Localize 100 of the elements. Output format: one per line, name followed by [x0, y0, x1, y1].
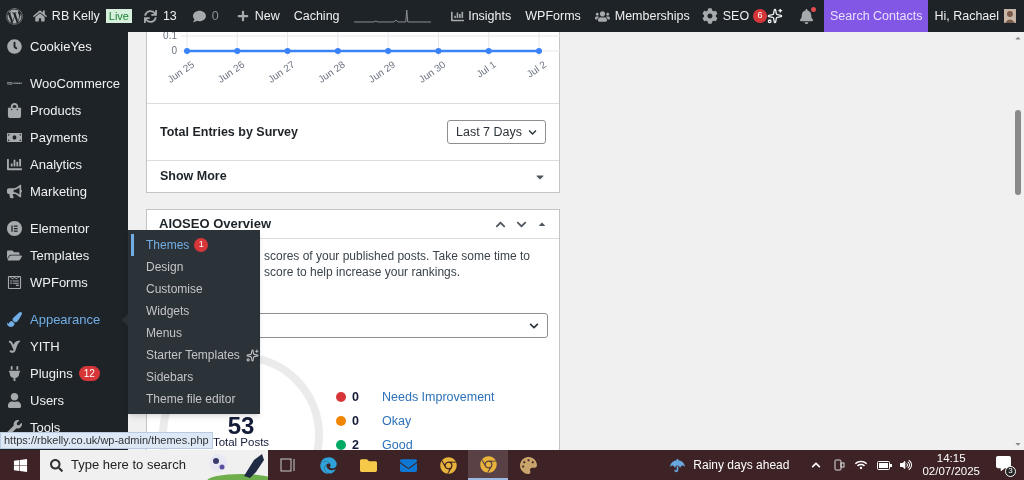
folder-icon	[359, 456, 377, 474]
x-axis-label: Jun 26	[215, 58, 247, 85]
avatar[interactable]	[1004, 9, 1016, 23]
x-axis-label: Jul 2	[524, 58, 549, 80]
sidebar-item[interactable]: Payments	[0, 124, 128, 151]
timer-icon	[7, 39, 22, 54]
account-greeting[interactable]: Hi, Rachael	[934, 6, 1000, 26]
x-axis-label: Jul 1	[474, 58, 498, 80]
brush-icon	[7, 312, 22, 327]
sidebar-label: WPForms	[30, 273, 88, 292]
clock-date[interactable]: 02/07/2025	[922, 465, 980, 478]
updates-icon[interactable]	[144, 9, 157, 23]
comment-icon[interactable]	[192, 9, 206, 23]
plus-icon[interactable]	[236, 10, 249, 22]
score-count: 0	[352, 412, 360, 430]
e-logo-icon	[7, 221, 22, 236]
memberships-link[interactable]: Memberships	[614, 6, 690, 26]
seo-count-badge: 6	[753, 9, 768, 23]
sidebar-item[interactable]: Users	[0, 387, 128, 414]
edge-icon	[319, 456, 337, 474]
notifications-button[interactable]	[799, 8, 814, 24]
clock-time[interactable]: 14:15	[936, 452, 966, 465]
data-point	[234, 48, 241, 54]
seo-link[interactable]: SEO	[722, 6, 750, 26]
scroll-down-icon[interactable]	[1014, 440, 1022, 448]
scrollbar[interactable]	[1012, 32, 1024, 450]
submenu-item[interactable]: Menus	[131, 322, 260, 344]
site-name[interactable]: RB Kelly	[51, 6, 100, 26]
y-tick-label: 0	[171, 45, 178, 56]
scroll-up-icon[interactable]	[1014, 34, 1022, 42]
score-link[interactable]: Needs Improvement	[382, 387, 495, 407]
taskbar-app[interactable]	[468, 450, 508, 480]
insights-link[interactable]: Insights	[468, 6, 512, 26]
meet-icon[interactable]	[833, 459, 846, 471]
sidebar-label: Analytics	[30, 155, 83, 174]
new-link[interactable]: New	[254, 6, 280, 26]
submenu-item[interactable]: Customise	[131, 278, 260, 300]
submenu-label: Menus	[146, 325, 183, 342]
search-icon	[50, 458, 63, 472]
sidebar-item[interactable]: Templates	[0, 242, 128, 269]
taskbar-search-field[interactable]: Type here to search	[40, 450, 268, 480]
battery-icon[interactable]	[877, 460, 893, 470]
chrome-icon	[439, 456, 457, 474]
search-contacts-button[interactable]: Search Contacts	[824, 0, 929, 32]
sidebar-item[interactable]: Products	[0, 97, 128, 124]
score-link[interactable]: Okay	[382, 411, 412, 431]
period-select[interactable]: Last 7 Days	[447, 120, 546, 144]
sidebar-label: WooCommerce	[30, 74, 121, 93]
submenu-item[interactable]: Design	[131, 256, 260, 278]
submenu-label: Design	[146, 259, 184, 276]
umbrella-icon[interactable]	[670, 457, 686, 473]
sidebar-item[interactable]: Plugins 12	[0, 360, 128, 387]
mail-icon	[399, 456, 417, 474]
volume-icon[interactable]	[900, 459, 913, 471]
submenu-label: Theme file editor	[146, 391, 236, 408]
wpforms-link[interactable]: WPForms	[525, 6, 581, 26]
sidebar-item[interactable]: Marketing	[0, 178, 128, 205]
submenu-item[interactable]: Themes 1	[131, 234, 260, 256]
x-axis-label: Jun 29	[366, 58, 398, 85]
sidebar-label: Elementor	[30, 219, 90, 238]
sparkle-icon[interactable]	[767, 8, 783, 24]
sidebar-item[interactable]: CookieYes	[0, 33, 128, 60]
sidebar-label: Marketing	[30, 182, 88, 201]
plug-icon	[7, 366, 22, 381]
submenu-item[interactable]: Sidebars	[131, 366, 260, 388]
widget-title: AIOSEO Overview	[159, 215, 272, 234]
score-link[interactable]: Good	[382, 435, 413, 450]
sidebar-label: Appearance	[30, 310, 101, 329]
wordpress-logo-icon[interactable]	[6, 7, 23, 25]
chevron-down-icon	[528, 127, 537, 137]
sidebar-label: CookieYes	[30, 37, 92, 56]
show-more-toggle[interactable]: Show More	[147, 160, 559, 192]
people-icon[interactable]	[594, 8, 610, 24]
bar-chart-icon	[7, 157, 22, 172]
submenu-item[interactable]: Starter Templates	[131, 344, 260, 366]
chevron-up-icon[interactable]	[811, 460, 822, 470]
sidebar-label: YITH	[30, 337, 60, 356]
submenu-item[interactable]: Widgets	[131, 300, 260, 322]
caching-link[interactable]: Caching	[293, 6, 340, 26]
gear-icon[interactable]	[701, 8, 718, 24]
submenu-label: Sidebars	[146, 369, 194, 386]
windows-logo-icon[interactable]	[13, 457, 28, 473]
count-badge: 12	[78, 366, 100, 381]
x-axis-label: Jun 28	[316, 58, 347, 85]
sidebar-item[interactable]: WooCommerce	[0, 70, 128, 97]
sidebar-item[interactable]: YITH	[0, 333, 128, 360]
sparkle-icon	[245, 348, 259, 362]
bar-chart-icon[interactable]	[451, 9, 465, 23]
sidebar-item[interactable]: Elementor	[0, 215, 128, 242]
sidebar-item[interactable]: Analytics	[0, 151, 128, 178]
data-point	[536, 48, 542, 54]
bag-icon	[7, 103, 22, 118]
weather-text[interactable]: Rainy days ahead	[693, 456, 790, 474]
submenu-item[interactable]: Theme file editor	[131, 388, 260, 410]
search-field[interactable]: Type here to search	[71, 455, 201, 475]
sidebar-item[interactable]: WPForms	[0, 269, 128, 296]
folder-icon	[7, 248, 22, 263]
home-icon[interactable]	[32, 9, 47, 23]
chevron-down-icon	[529, 320, 539, 331]
wifi-icon[interactable]	[855, 459, 868, 471]
